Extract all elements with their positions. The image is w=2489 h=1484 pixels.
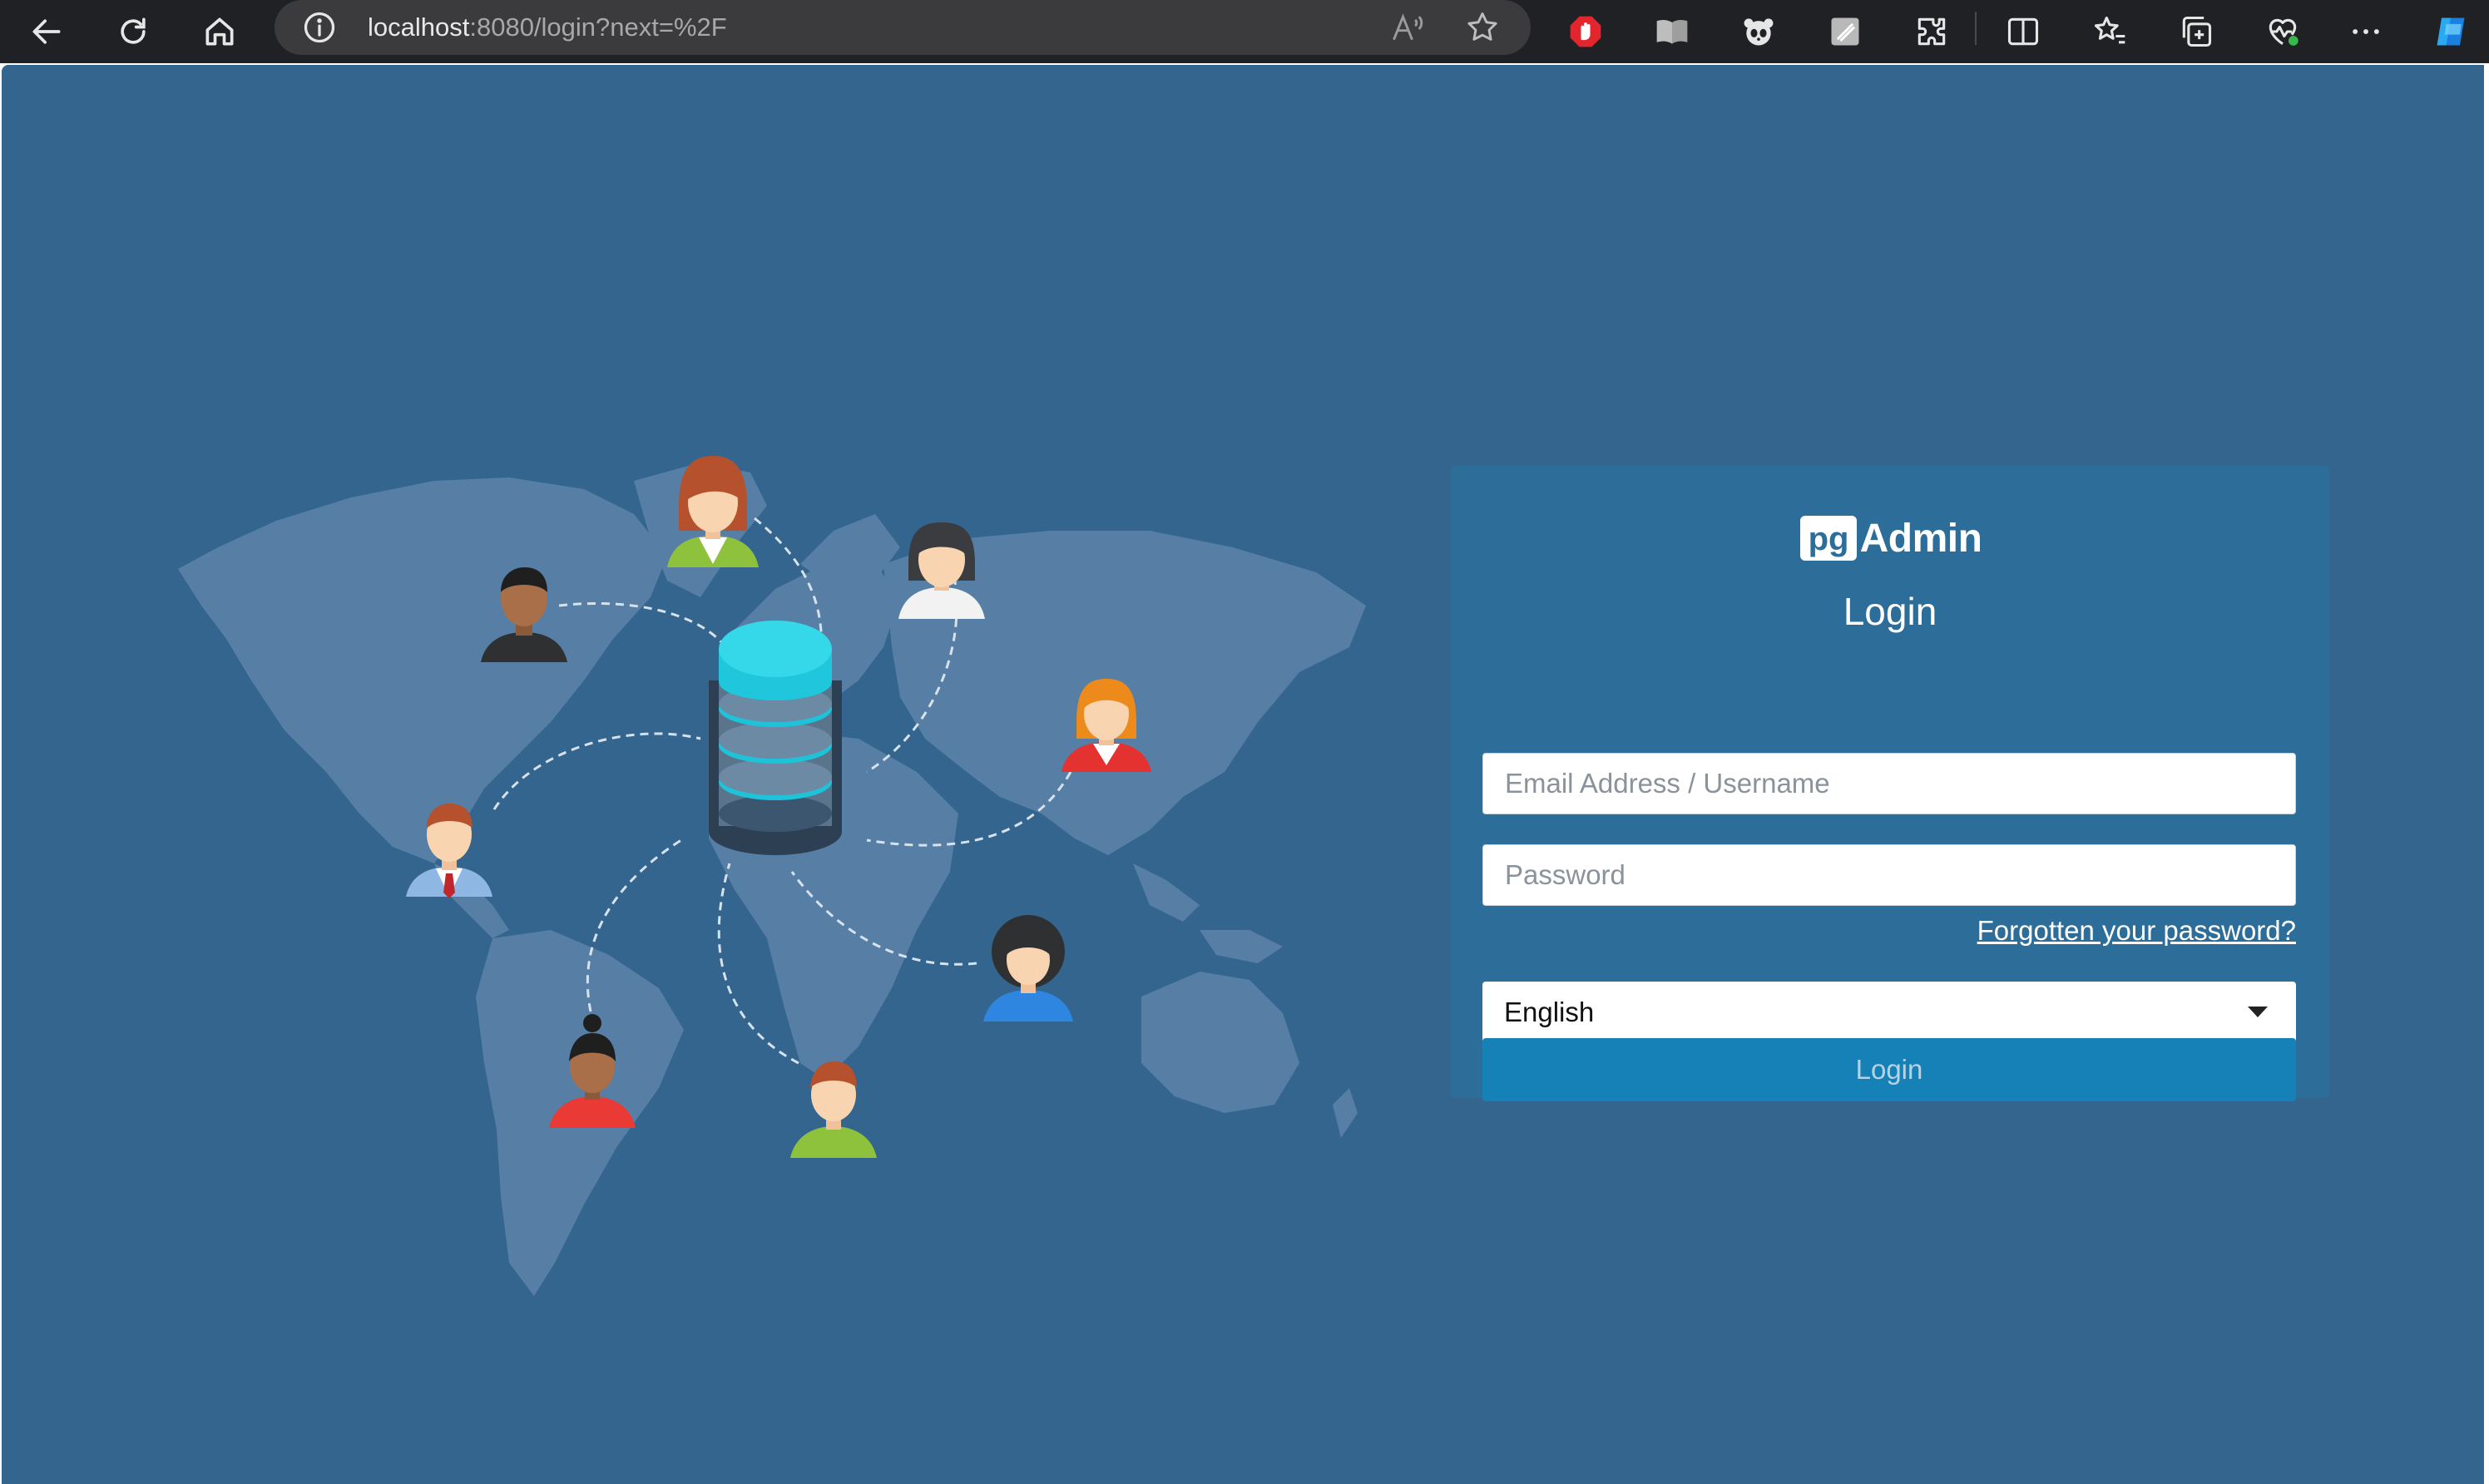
world-map-illustration xyxy=(178,456,1366,1296)
avatar-man-afro xyxy=(983,915,1073,1021)
favorites-icon[interactable] xyxy=(2085,7,2135,57)
avatar-man-green xyxy=(790,1061,877,1158)
split-screen-icon[interactable] xyxy=(1998,7,2048,57)
login-button[interactable]: Login xyxy=(1482,1038,2296,1101)
login-title: Login xyxy=(1843,590,1937,633)
brand-prefix: pg xyxy=(1808,521,1848,557)
note-extension-icon[interactable] xyxy=(1820,7,1870,57)
language-value: English xyxy=(1504,997,1595,1027)
database-icon xyxy=(709,621,842,855)
avatar-woman-darkhair xyxy=(898,522,985,619)
pgadmin-logo-icon: pg xyxy=(1799,516,1857,561)
panda-extension-icon[interactable] xyxy=(1734,7,1784,57)
url-host: localhost xyxy=(368,12,470,42)
copilot-icon[interactable] xyxy=(2426,7,2476,57)
email-username-input[interactable] xyxy=(1482,753,2296,814)
extensions-icon[interactable] xyxy=(1907,7,1957,57)
more-icon[interactable] xyxy=(2341,7,2391,57)
browser-essentials-icon[interactable] xyxy=(2258,7,2308,57)
favorite-star-icon[interactable] xyxy=(1464,9,1501,46)
forgot-password-link[interactable]: Forgotten your password? xyxy=(1977,915,2296,947)
address-bar[interactable]: localhost:8080/login?next=%2F xyxy=(275,0,1531,55)
url-path: :8080/login?next=%2F xyxy=(469,12,727,42)
world-map xyxy=(178,463,1366,1296)
pgadmin-logo: pg Admin xyxy=(1451,509,2329,567)
back-icon[interactable] xyxy=(22,7,72,57)
refresh-icon[interactable] xyxy=(108,7,158,57)
language-select[interactable]: English xyxy=(1482,982,2296,1043)
browser-toolbar: localhost:8080/login?next=%2F xyxy=(0,0,2489,63)
page-background: pg Admin Login Forgotten your password? … xyxy=(2,65,2484,1484)
home-icon[interactable] xyxy=(195,7,245,57)
adblock-icon[interactable] xyxy=(1561,7,1611,57)
read-aloud-icon[interactable] xyxy=(1389,9,1426,46)
chevron-down-icon xyxy=(2248,1007,2268,1017)
site-info-icon[interactable] xyxy=(301,9,338,46)
collections-icon[interactable] xyxy=(2171,7,2221,57)
reading-view-icon[interactable] xyxy=(1647,7,1697,57)
url-text[interactable]: localhost:8080/login?next=%2F xyxy=(368,0,727,55)
brand-name: Admin xyxy=(1859,516,1982,561)
toolbar-separator xyxy=(1975,12,1977,45)
login-card: pg Admin Login Forgotten your password? … xyxy=(1451,466,2329,1101)
password-input[interactable] xyxy=(1482,844,2296,906)
